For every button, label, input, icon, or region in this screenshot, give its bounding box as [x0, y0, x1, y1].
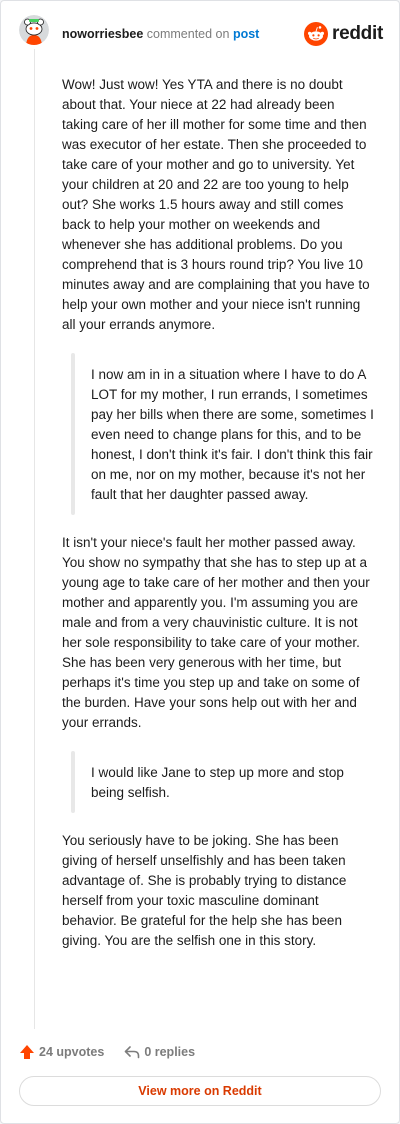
quote-text-1: I now am in in a situation where I have … [91, 367, 374, 502]
comment-paragraph-3: You seriously have to be joking. She has… [62, 833, 347, 948]
comment-byline: noworriesbee commented on post [62, 27, 259, 41]
reply-button[interactable]: 0 replies [124, 1044, 195, 1060]
comment-paragraph-1: Wow! Just wow! Yes YTA and there is no d… [62, 77, 370, 332]
quote-text-2: I would like Jane to step up more and st… [91, 765, 344, 800]
thread-line [34, 49, 35, 1029]
action-text: commented on [146, 27, 230, 41]
blockquote-2: I would like Jane to step up more and st… [71, 751, 374, 813]
comment-body: Wow! Just wow! Yes YTA and there is no d… [62, 75, 374, 969]
comment-embed-card: noworriesbee commented on post reddit Wo… [0, 0, 400, 1124]
upvote-arrow-icon [20, 1045, 34, 1059]
username-link[interactable]: noworriesbee [62, 27, 143, 41]
upvote-count: 24 upvotes [39, 1045, 105, 1059]
snoo-avatar-icon [19, 15, 49, 45]
reply-arrow-icon [125, 1046, 140, 1059]
post-link[interactable]: post [233, 27, 259, 41]
reply-count: 0 replies [144, 1045, 196, 1059]
comment-actions: 24 upvotes 0 replies [19, 1041, 215, 1063]
reddit-wordmark: reddit [332, 23, 383, 44]
view-more-button[interactable]: View more on Reddit [19, 1076, 381, 1106]
blockquote-1: I now am in in a situation where I have … [71, 353, 374, 515]
reddit-logo-icon [304, 22, 329, 46]
comment-header: noworriesbee commented on post reddit [19, 15, 383, 55]
reddit-brand-link[interactable]: reddit [304, 21, 383, 47]
upvote-button[interactable]: 24 upvotes [19, 1044, 104, 1060]
comment-paragraph-2: It isn't your niece's fault her mother p… [62, 535, 370, 730]
avatar[interactable] [19, 15, 49, 45]
